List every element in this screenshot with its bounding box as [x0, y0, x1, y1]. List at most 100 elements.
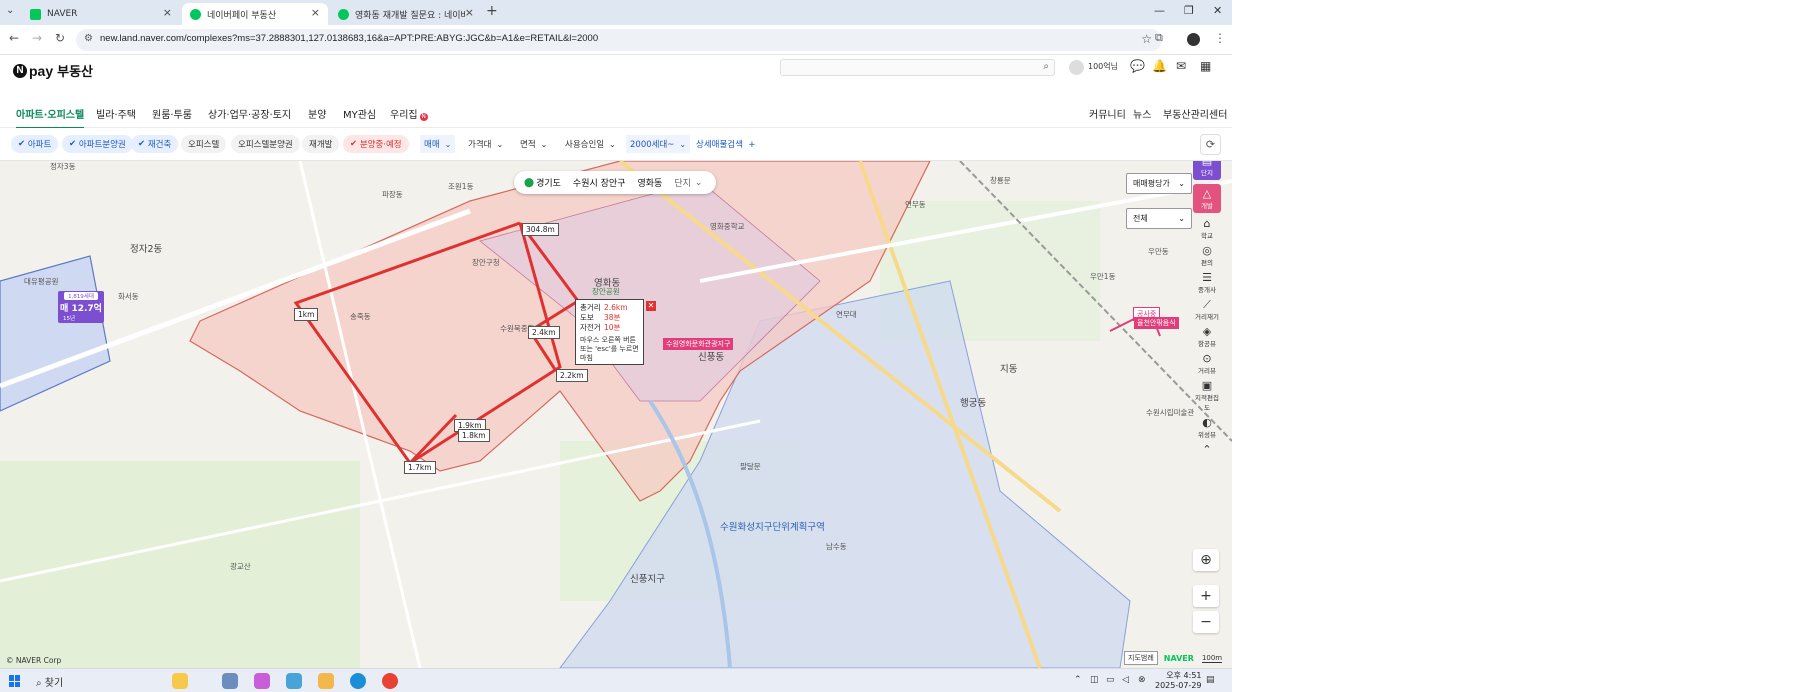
chevron-down-icon[interactable]: ⌄: [695, 178, 703, 188]
tray-chevron-icon[interactable]: ⌃: [1074, 675, 1082, 685]
network-icon[interactable]: ▭: [1106, 675, 1115, 685]
filter-chip-redevelopment[interactable]: 재개발: [302, 135, 340, 153]
map-legend-button[interactable]: 지도범례: [1124, 651, 1158, 665]
filter-price-dropdown[interactable]: 가격대 ⌄: [464, 135, 507, 153]
zone-label[interactable]: 수원영화문화관광지구: [663, 338, 734, 350]
volume-icon[interactable]: ◁: [1122, 675, 1129, 685]
breadcrumb-province[interactable]: 경기도: [536, 176, 561, 189]
file-explorer-icon[interactable]: [318, 673, 334, 689]
nav-my-home[interactable]: 우리집 N: [390, 106, 428, 121]
filter-chip-presale-upcoming[interactable]: ✔ 분양중·예정: [343, 135, 409, 153]
green-area: [0, 461, 360, 668]
back-icon[interactable]: ←: [9, 31, 19, 45]
tool-development[interactable]: △ 개발: [1193, 184, 1221, 213]
chrome-icon[interactable]: [382, 673, 398, 689]
bell-icon[interactable]: 🔔: [1152, 59, 1167, 73]
restore-icon[interactable]: ❐: [1184, 4, 1194, 17]
reload-icon[interactable]: ↻: [55, 31, 65, 45]
notification-icon[interactable]: ▤: [1206, 675, 1215, 685]
naverpay-realestate-logo[interactable]: N pay 부동산: [13, 61, 93, 80]
complex-price-marker[interactable]: 1,819세대 매 12.7억 15년: [58, 291, 104, 323]
new-tab-icon[interactable]: +: [486, 3, 498, 19]
filter-households-dropdown[interactable]: 2000세대~ ⌄: [626, 135, 691, 153]
close-icon[interactable]: ×: [464, 6, 474, 19]
filter-chip-apartment-presale[interactable]: ✔ 아파트분양권: [62, 135, 133, 153]
breadcrumb-city[interactable]: 수원시 장안구: [573, 176, 626, 189]
current-location-icon[interactable]: ⊕: [1193, 549, 1219, 571]
forward-icon[interactable]: →: [32, 31, 42, 45]
minimize-icon[interactable]: —: [1154, 4, 1165, 17]
edge-icon[interactable]: [350, 673, 366, 689]
extensions-icon[interactable]: ⧉: [1155, 31, 1163, 45]
nav-apartment-officetel[interactable]: 아파트·오피스텔: [16, 106, 85, 129]
taskbar-clock[interactable]: 오후 4:51 2025-07-29: [1155, 671, 1202, 691]
language-icon[interactable]: ⊗: [1138, 675, 1146, 685]
profile-avatar[interactable]: [1187, 33, 1200, 46]
url-text[interactable]: new.land.naver.com/complexes?ms=37.28883…: [100, 33, 598, 44]
address-bar[interactable]: ⚙ new.land.naver.com/complexes?ms=37.288…: [76, 29, 1162, 51]
tool-aerial-view[interactable]: ◈ 항공뷰: [1193, 325, 1221, 348]
user-name[interactable]: 100억님: [1088, 61, 1118, 72]
tool-satellite[interactable]: ◐ 위성뷰: [1193, 416, 1221, 439]
tab-question[interactable]: 영화동 재개발 질문요 : 네이버 ×: [330, 3, 482, 25]
popup-close-icon[interactable]: ✕: [646, 301, 656, 311]
close-icon[interactable]: ×: [311, 6, 320, 19]
nav-news[interactable]: 뉴스: [1133, 106, 1151, 121]
map-canvas[interactable]: 정자2동 영화동 조원1동 파장동 연무동 우만1동 우만동 정자3동 수원화성…: [0, 161, 1232, 668]
nav-oneroom-tworoom[interactable]: 원룸·투룸: [152, 106, 192, 121]
nav-my-interest[interactable]: MY관심: [343, 106, 376, 121]
tool-school[interactable]: ⌂ 학교: [1193, 217, 1221, 240]
zone-label[interactable]: 율천안팎음식: [1134, 317, 1179, 329]
copilot-sparkle-icon[interactable]: [172, 673, 188, 689]
chat-icon[interactable]: 💬: [1130, 59, 1145, 73]
tool-complex[interactable]: ▤단지: [1193, 161, 1221, 180]
filter-chip-officetel[interactable]: 오피스텔: [181, 135, 227, 153]
filter-chip-apartment[interactable]: ✔ 아파트: [11, 135, 59, 153]
tool-measure-distance[interactable]: ⟋ 거리재기: [1193, 298, 1221, 321]
refresh-icon[interactable]: ⟳: [1200, 134, 1221, 155]
search-icon[interactable]: ⌕: [1043, 61, 1049, 72]
filter-approval-date-dropdown[interactable]: 사용승인일 ⌄: [561, 135, 620, 153]
breadcrumb-complex[interactable]: 단지: [674, 176, 691, 189]
windows-start-icon[interactable]: [9, 675, 21, 687]
copilot-app-icon[interactable]: [254, 673, 270, 689]
region-breadcrumb[interactable]: ⬤ 경기도 수원시 장안구 영화동 단지 ⌄: [514, 171, 717, 194]
user-avatar[interactable]: [1069, 60, 1084, 75]
windows-taskbar: ⌕ 찾기 ⌃ ◫ ▭ ◁ ⊗ 오후 4:51 2025-07-29 ▤: [0, 668, 1232, 692]
nav-presale[interactable]: 분양: [308, 106, 326, 121]
tools-collapse[interactable]: ⌃: [1193, 443, 1221, 456]
taskbar-search[interactable]: ⌕ 찾기: [36, 674, 63, 689]
price-per-pyeong-select[interactable]: 매매평당가 ⌄: [1126, 173, 1192, 194]
detail-search-link[interactable]: 상세매물검색 +: [696, 138, 755, 150]
tool-street-view[interactable]: ⊙ 거리뷰: [1193, 352, 1221, 375]
zoom-out-button[interactable]: −: [1193, 611, 1219, 633]
filter-chip-officetel-presale[interactable]: 오피스텔분양권: [231, 135, 300, 153]
site-info-icon[interactable]: ⚙: [84, 33, 93, 44]
tab-naver[interactable]: NAVER ×: [22, 3, 180, 25]
task-view-icon[interactable]: [222, 673, 238, 689]
filter-trade-type-dropdown[interactable]: 매매 ⌄: [420, 135, 456, 153]
tool-agent[interactable]: ☰ 중개사: [1193, 271, 1221, 294]
breadcrumb-dong[interactable]: 영화동: [637, 176, 662, 189]
window-close-icon[interactable]: ✕: [1213, 4, 1222, 17]
browser-menu-icon[interactable]: ⋮: [1214, 31, 1226, 45]
nav-commercial[interactable]: 상가·업무·공장·토지: [208, 106, 291, 121]
tray-app-icon[interactable]: ◫: [1090, 675, 1099, 685]
close-icon[interactable]: ×: [163, 6, 172, 19]
apps-grid-icon[interactable]: ▦: [1200, 59, 1211, 73]
bookmark-star-icon[interactable]: ☆: [1141, 32, 1152, 46]
tool-cadastral[interactable]: ▣ 지적편집도: [1193, 379, 1221, 412]
tab-naverpay-realestate[interactable]: 네이버페이 부동산 ×: [182, 3, 328, 25]
tool-convenience[interactable]: ◎ 편의: [1193, 244, 1221, 267]
mail-icon[interactable]: ✉: [1176, 59, 1186, 73]
filter-chip-reconstruction[interactable]: ✔ 재건축: [131, 135, 179, 153]
tab-search-icon[interactable]: ⌄: [6, 5, 14, 16]
nav-villa-house[interactable]: 빌라·주택: [96, 106, 136, 121]
filter-area-dropdown[interactable]: 면적 ⌄: [516, 135, 551, 153]
site-search-input[interactable]: ⌕: [780, 59, 1055, 76]
zoom-in-button[interactable]: +: [1193, 585, 1219, 607]
app-icon[interactable]: [286, 673, 302, 689]
nav-community[interactable]: 커뮤니티: [1089, 106, 1126, 121]
nav-agent-center[interactable]: 부동산관리센터: [1163, 106, 1227, 121]
all-select[interactable]: 전체 ⌄: [1126, 208, 1192, 229]
